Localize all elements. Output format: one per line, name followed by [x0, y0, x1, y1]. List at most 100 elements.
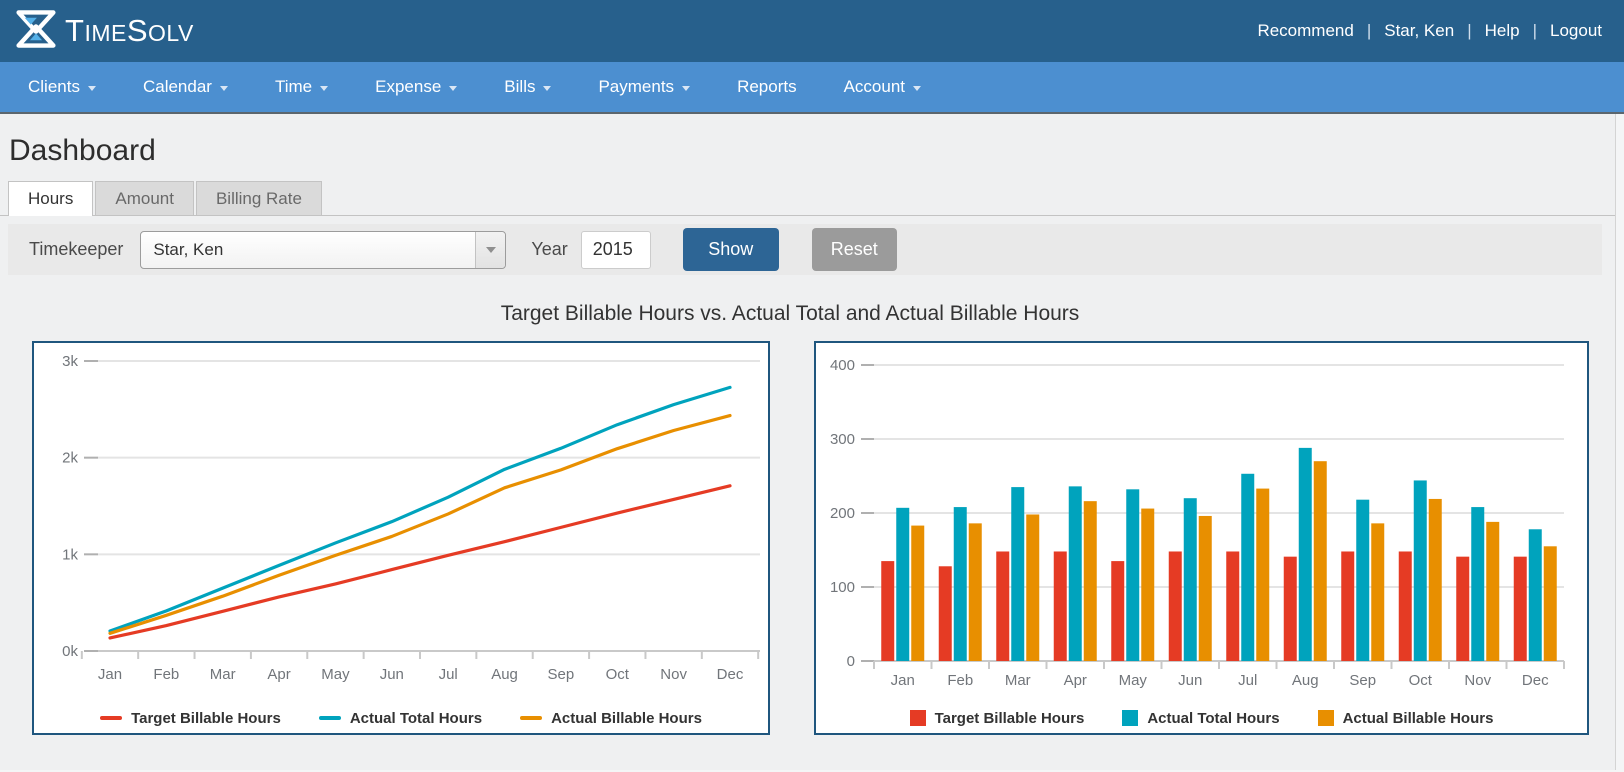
svg-text:Aug: Aug: [1292, 672, 1319, 689]
svg-text:400: 400: [830, 357, 855, 374]
svg-text:Jun: Jun: [1178, 672, 1202, 689]
chevron-down-icon[interactable]: [475, 232, 505, 268]
svg-text:Sep: Sep: [1349, 672, 1376, 689]
header-link-separator: |: [1454, 21, 1484, 41]
charts-row: 0k1k2k3kJanFebMarAprMayJunJulAugSepOctNo…: [32, 341, 1615, 735]
nav-item-clients[interactable]: Clients: [28, 77, 96, 97]
chevron-down-icon: [88, 86, 96, 91]
svg-text:Apr: Apr: [1064, 672, 1087, 689]
header-link-logout[interactable]: Logout: [1550, 21, 1602, 41]
tab-amount[interactable]: Amount: [95, 181, 194, 215]
tab-strip: HoursAmountBilling Rate: [0, 181, 1615, 216]
chevron-down-icon: [682, 86, 690, 91]
svg-text:Sep: Sep: [548, 666, 575, 683]
year-input[interactable]: [581, 231, 651, 269]
svg-text:Jan: Jan: [891, 672, 915, 689]
svg-text:1k: 1k: [62, 546, 78, 563]
nav-item-calendar[interactable]: Calendar: [143, 77, 228, 97]
page-title: Dashboard: [0, 114, 1615, 181]
svg-text:100: 100: [830, 579, 855, 596]
legend-marker: [520, 716, 542, 720]
legend-label: Actual Total Hours: [1147, 710, 1279, 727]
svg-text:2k: 2k: [62, 450, 78, 467]
header-link-help[interactable]: Help: [1485, 21, 1520, 41]
tab-hours[interactable]: Hours: [8, 181, 93, 216]
legend-label: Target Billable Hours: [935, 710, 1085, 727]
legend-label: Target Billable Hours: [131, 710, 281, 727]
svg-text:Jan: Jan: [98, 666, 122, 683]
svg-text:May: May: [1119, 672, 1148, 689]
line-chart: 0k1k2k3kJanFebMarAprMayJunJulAugSepOctNo…: [34, 343, 768, 695]
legend-marker: [910, 710, 926, 726]
legend-label: Actual Billable Hours: [1343, 710, 1494, 727]
nav-item-expense[interactable]: Expense: [375, 77, 457, 97]
legend-marker: [1318, 710, 1334, 726]
header-link-star-ken[interactable]: Star, Ken: [1384, 21, 1454, 41]
hourglass-logo-icon: [16, 8, 56, 55]
legend-item: Actual Total Hours: [319, 710, 482, 727]
year-label: Year: [531, 239, 567, 260]
header-link-separator: |: [1520, 21, 1550, 41]
line-chart-grid: 0k1k2k3kJanFebMarAprMayJunJulAugSepOctNo…: [62, 353, 760, 683]
svg-text:Dec: Dec: [717, 666, 744, 683]
charts-title: Target Billable Hours vs. Actual Total a…: [0, 302, 1580, 326]
timekeeper-select[interactable]: Star, Ken: [140, 231, 506, 269]
svg-text:Jul: Jul: [1238, 672, 1257, 689]
svg-text:300: 300: [830, 431, 855, 448]
svg-text:Nov: Nov: [660, 666, 687, 683]
line-chart-legend: Target Billable Hours Actual Total Hours A…: [34, 700, 768, 736]
brand-logo: TIMESOLV: [16, 8, 194, 55]
legend-item: Actual Billable Hours: [1318, 710, 1494, 727]
svg-text:Apr: Apr: [267, 666, 290, 683]
filter-bar: Timekeeper Star, Ken Year Show Reset: [8, 224, 1602, 275]
svg-text:Mar: Mar: [210, 666, 236, 683]
nav-item-payments[interactable]: Payments: [598, 77, 690, 97]
header-links: Recommend|Star, Ken|Help|Logout: [1257, 21, 1602, 41]
line-series: [110, 416, 730, 634]
timekeeper-select-value: Star, Ken: [141, 240, 223, 260]
svg-text:Oct: Oct: [1409, 672, 1433, 689]
bar-chart: 0100200300400JanFebMarAprMayJunJulAugSep…: [816, 343, 1587, 695]
header-link-separator: |: [1354, 21, 1384, 41]
svg-text:Jun: Jun: [380, 666, 404, 683]
legend-label: Actual Billable Hours: [551, 710, 702, 727]
svg-text:Feb: Feb: [947, 672, 973, 689]
content-area: Dashboard HoursAmountBilling Rate Timeke…: [0, 114, 1616, 770]
header-link-recommend[interactable]: Recommend: [1257, 21, 1353, 41]
nav-item-bills[interactable]: Bills: [504, 77, 551, 97]
chevron-down-icon: [543, 86, 551, 91]
legend-marker: [319, 716, 341, 720]
nav-item-time[interactable]: Time: [275, 77, 328, 97]
bar-series: [881, 448, 1557, 661]
main-nav: Clients Calendar Time Expense Bills Payments R…: [0, 62, 1624, 114]
svg-text:Oct: Oct: [606, 666, 630, 683]
svg-text:200: 200: [830, 505, 855, 522]
bar-chart-legend: Target Billable Hours Actual Total Hours A…: [816, 700, 1587, 736]
chevron-down-icon: [449, 86, 457, 91]
nav-item-reports[interactable]: Reports: [737, 77, 797, 97]
legend-item: Actual Total Hours: [1122, 710, 1279, 727]
reset-button[interactable]: Reset: [812, 228, 897, 271]
svg-text:Jul: Jul: [439, 666, 458, 683]
legend-marker: [100, 716, 122, 720]
legend-item: Target Billable Hours: [910, 710, 1085, 727]
chevron-down-icon: [220, 86, 228, 91]
svg-text:Aug: Aug: [491, 666, 518, 683]
bar-chart-panel: 0100200300400JanFebMarAprMayJunJulAugSep…: [814, 341, 1589, 735]
legend-marker: [1122, 710, 1138, 726]
legend-label: Actual Total Hours: [350, 710, 482, 727]
svg-text:3k: 3k: [62, 353, 78, 370]
svg-text:Feb: Feb: [153, 666, 179, 683]
chevron-down-icon: [320, 86, 328, 91]
legend-item: Actual Billable Hours: [520, 710, 702, 727]
brand-name: TIMESOLV: [65, 13, 194, 49]
svg-text:May: May: [321, 666, 350, 683]
legend-item: Target Billable Hours: [100, 710, 281, 727]
tab-billing-rate[interactable]: Billing Rate: [196, 181, 322, 215]
chevron-down-icon: [913, 86, 921, 91]
show-button[interactable]: Show: [683, 228, 779, 271]
timekeeper-label: Timekeeper: [29, 239, 123, 260]
nav-item-account[interactable]: Account: [844, 77, 921, 97]
svg-text:Dec: Dec: [1522, 672, 1549, 689]
svg-text:0: 0: [847, 653, 855, 670]
